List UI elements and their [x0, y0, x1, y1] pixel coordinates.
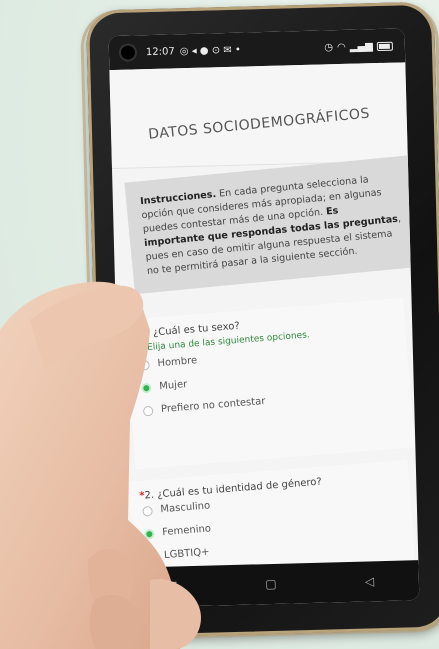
hand	[0, 281, 201, 649]
